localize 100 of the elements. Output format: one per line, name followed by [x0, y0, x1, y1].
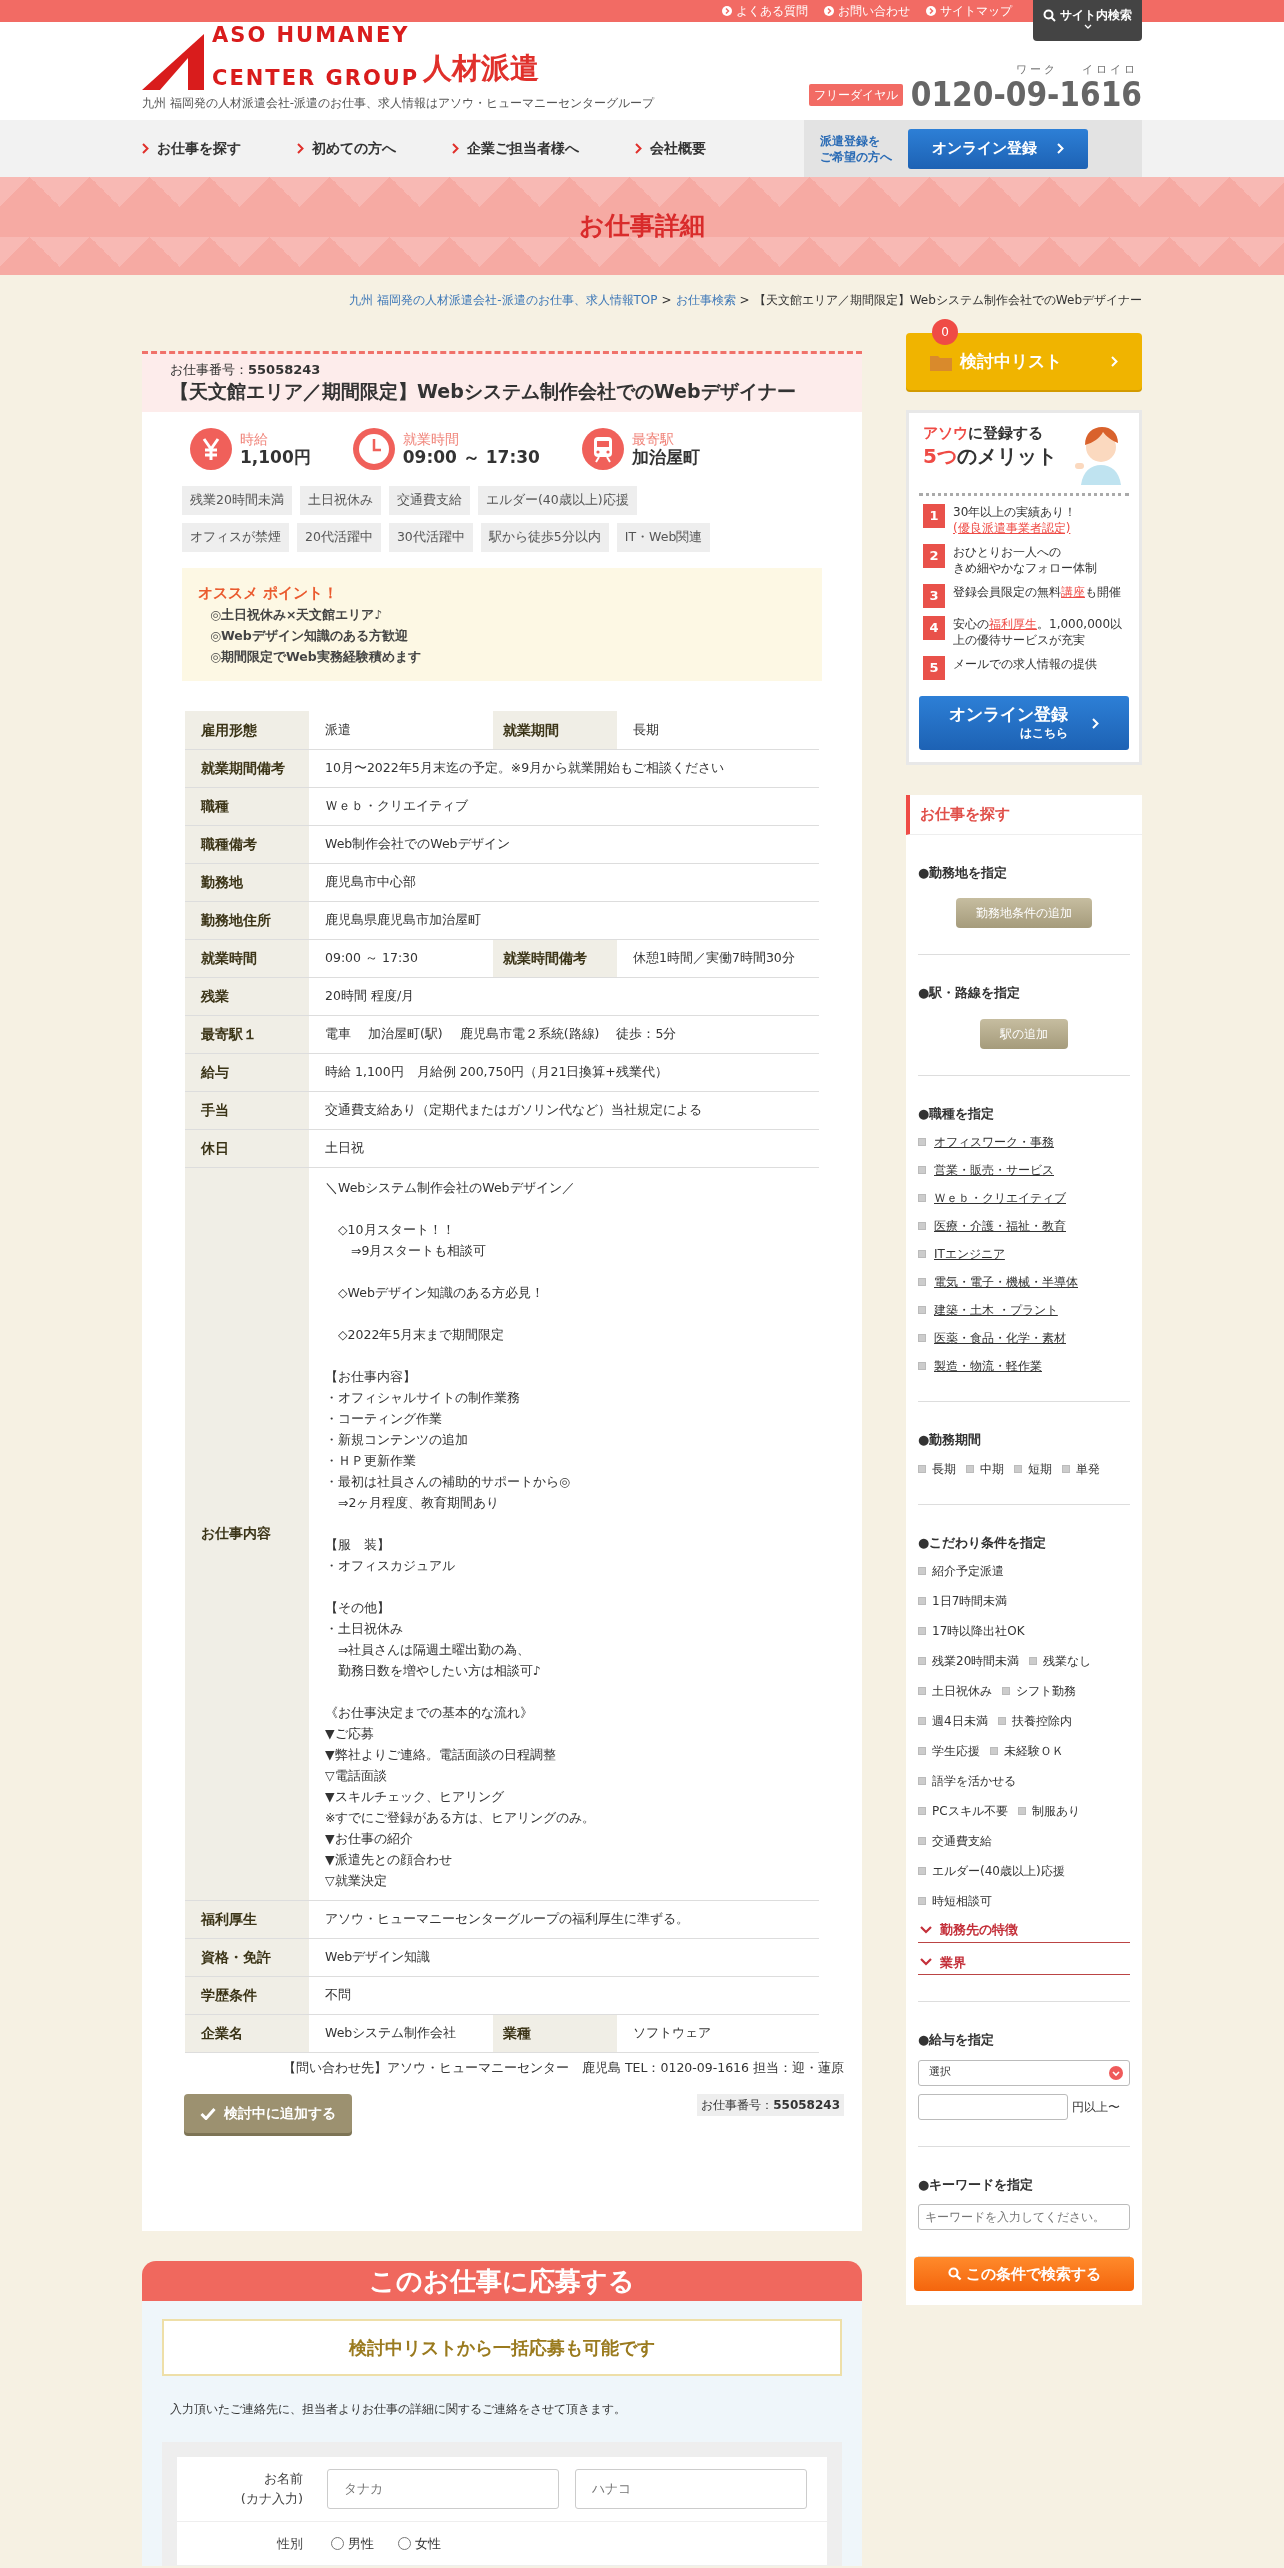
- checkbox-option[interactable]: 扶養控除内: [997, 1712, 1072, 1730]
- checkbox[interactable]: [918, 1837, 926, 1845]
- caret-icon: [1083, 24, 1092, 29]
- checkbox[interactable]: [966, 1464, 974, 1473]
- recommend-point: ◎期間限定でWeb実務経験積めます: [209, 648, 422, 667]
- checkbox[interactable]: [918, 1464, 926, 1473]
- description-line: ▼お仕事の紹介: [325, 1829, 414, 1848]
- checkbox[interactable]: [1017, 1807, 1026, 1815]
- category-link[interactable]: 医薬・食品・化学・素材: [934, 1329, 1066, 1347]
- merits-title: アソウに登録する: [923, 423, 1044, 443]
- site-search-button[interactable]: サイト内検索: [1033, 0, 1142, 41]
- bullet-icon: [918, 1166, 926, 1174]
- field-value: Ｗｅｂ・クリエイティブ: [309, 787, 819, 826]
- checkbox[interactable]: [918, 1687, 926, 1695]
- checkbox-option[interactable]: 残業20時間未満: [918, 1652, 1020, 1670]
- checkbox[interactable]: [997, 1717, 1006, 1725]
- bullet-icon: [918, 1362, 926, 1370]
- category-link[interactable]: 電気・電子・機械・半導体: [934, 1273, 1078, 1291]
- salary-input[interactable]: [918, 2093, 1068, 2120]
- checkbox-option[interactable]: シフト勤務: [1002, 1682, 1076, 1700]
- checkbox[interactable]: [990, 1747, 998, 1755]
- checkbox-option[interactable]: 17時以降出社OK: [918, 1622, 1025, 1640]
- gender-option[interactable]: 女性: [398, 2533, 441, 2554]
- checkbox-option[interactable]: 短期: [1014, 1459, 1052, 1478]
- checkbox-option[interactable]: 土日祝休み: [918, 1682, 992, 1700]
- category-link[interactable]: 医療・介護・福祉・教育: [934, 1217, 1066, 1235]
- category-link[interactable]: オフィスワーク・事務: [934, 1133, 1054, 1151]
- checkbox-option[interactable]: 交通費支給: [918, 1832, 992, 1850]
- checkbox-option[interactable]: 時短相談可: [918, 1892, 992, 1910]
- merit-link[interactable]: 福利厚生: [989, 617, 1037, 631]
- checkbox[interactable]: [918, 1867, 926, 1875]
- name-input[interactable]: ハナコ: [575, 2468, 807, 2509]
- checkbox[interactable]: [918, 1597, 926, 1605]
- condition-tag: 30代活躍中: [388, 523, 473, 552]
- gender-option[interactable]: 男性: [331, 2533, 374, 2554]
- checkbox[interactable]: [1062, 1464, 1070, 1473]
- online-register-button[interactable]: オンライン登録: [908, 128, 1088, 169]
- merit-link[interactable]: 講座: [1061, 585, 1085, 599]
- checkbox[interactable]: [918, 1807, 926, 1815]
- checkbox-option[interactable]: 週4日未満: [918, 1712, 988, 1730]
- merit-link[interactable]: (優良派遣事業者認定): [953, 521, 1071, 535]
- breadcrumb-link[interactable]: 九州 福岡発の人材派遣会社-派遣のお仕事、求人情報TOP: [349, 291, 658, 309]
- nav-link[interactable]: 初めての方へ: [297, 138, 396, 159]
- nav-link[interactable]: お仕事を探す: [142, 138, 241, 159]
- salary-select[interactable]: 選択: [918, 2059, 1130, 2086]
- category-link[interactable]: 建築・土木 ・プラント: [934, 1301, 1058, 1319]
- checkbox[interactable]: [1014, 1464, 1022, 1473]
- recommend-point: ◎土日祝休み×天文館エリア♪: [209, 606, 384, 625]
- checkbox-option[interactable]: 制服あり: [1017, 1802, 1080, 1820]
- checkbox-option[interactable]: PCスキル不要: [918, 1802, 1008, 1820]
- checkbox-option[interactable]: 残業なし: [1029, 1652, 1092, 1670]
- field-label: 学歴条件: [185, 1976, 309, 2015]
- checkbox[interactable]: [1002, 1687, 1010, 1695]
- expand-toggle[interactable]: 業界: [918, 1948, 1130, 1975]
- description-line: ・ＨＰ更新作業: [325, 1451, 417, 1470]
- checkbox[interactable]: [918, 1717, 926, 1725]
- job-number: お仕事番号：55058243: [697, 2093, 844, 2116]
- merit-text: きめ細やかなフォロー体制: [953, 560, 1097, 576]
- checkbox[interactable]: [918, 1897, 926, 1905]
- field-value: 休憩1時間／実働7時間30分: [617, 939, 819, 978]
- checkbox-option[interactable]: 単発: [1062, 1459, 1100, 1478]
- number-badge: 2: [923, 544, 945, 568]
- checkbox-option[interactable]: 学生応援: [918, 1742, 980, 1760]
- expand-toggle[interactable]: 勤務先の特徴: [918, 1916, 1130, 1943]
- field-label: 休日: [185, 1129, 309, 1168]
- field-value: 鹿児島市中心部: [309, 863, 819, 902]
- name-input[interactable]: タナカ: [327, 2468, 559, 2509]
- radio-button[interactable]: [331, 2536, 344, 2550]
- checkbox[interactable]: [1029, 1657, 1038, 1665]
- checkbox-option[interactable]: 長期: [918, 1459, 956, 1478]
- checkbox[interactable]: [918, 1627, 926, 1635]
- category-link[interactable]: Ｗｅｂ・クリエイティブ: [934, 1189, 1066, 1207]
- category-link[interactable]: 製造・物流・軽作業: [934, 1357, 1042, 1375]
- field-label: 勤務地住所: [185, 901, 309, 940]
- field-label: 手当: [185, 1091, 309, 1130]
- checkbox[interactable]: [918, 1657, 926, 1665]
- search-icon: [947, 2267, 962, 2281]
- keyword-input[interactable]: キーワードを入力してください。: [918, 2204, 1130, 2230]
- checkbox[interactable]: [918, 1747, 926, 1755]
- checkbox[interactable]: [918, 1777, 926, 1785]
- page-title: お仕事詳細: [579, 211, 705, 241]
- field-value: 20時間 程度/月: [309, 977, 819, 1016]
- field-label: 企業名: [185, 2014, 309, 2053]
- checkbox[interactable]: [918, 1567, 926, 1575]
- description-line: ◇10月スタート！！: [337, 1220, 456, 1239]
- breadcrumb-link[interactable]: お仕事検索: [675, 291, 736, 309]
- checkbox-option[interactable]: 中期: [966, 1459, 1004, 1478]
- online-register-button[interactable]: オンライン登録 はこちら: [919, 696, 1129, 750]
- checkbox-option[interactable]: エルダー(40歳以上)応援: [918, 1862, 1065, 1880]
- checkbox-option[interactable]: 1日7時間未満: [918, 1592, 1008, 1610]
- checkbox-option[interactable]: 語学を活かせる: [918, 1772, 1016, 1790]
- category-link[interactable]: 営業・販売・サービス: [934, 1161, 1054, 1179]
- category-link[interactable]: ITエンジニア: [934, 1245, 1005, 1263]
- radio-button[interactable]: [398, 2536, 411, 2550]
- description-line: ＼Webシステム制作会社のWebデザイン／: [325, 1178, 576, 1197]
- checkbox-option[interactable]: 紹介予定派遣: [918, 1562, 1004, 1580]
- recommend-title: オススメ ポイント！: [198, 582, 340, 604]
- nav-link[interactable]: 会社概要: [635, 138, 706, 159]
- checkbox-option[interactable]: 未経験ＯＫ: [990, 1742, 1064, 1760]
- nav-link[interactable]: 企業ご担当者様へ: [452, 138, 579, 159]
